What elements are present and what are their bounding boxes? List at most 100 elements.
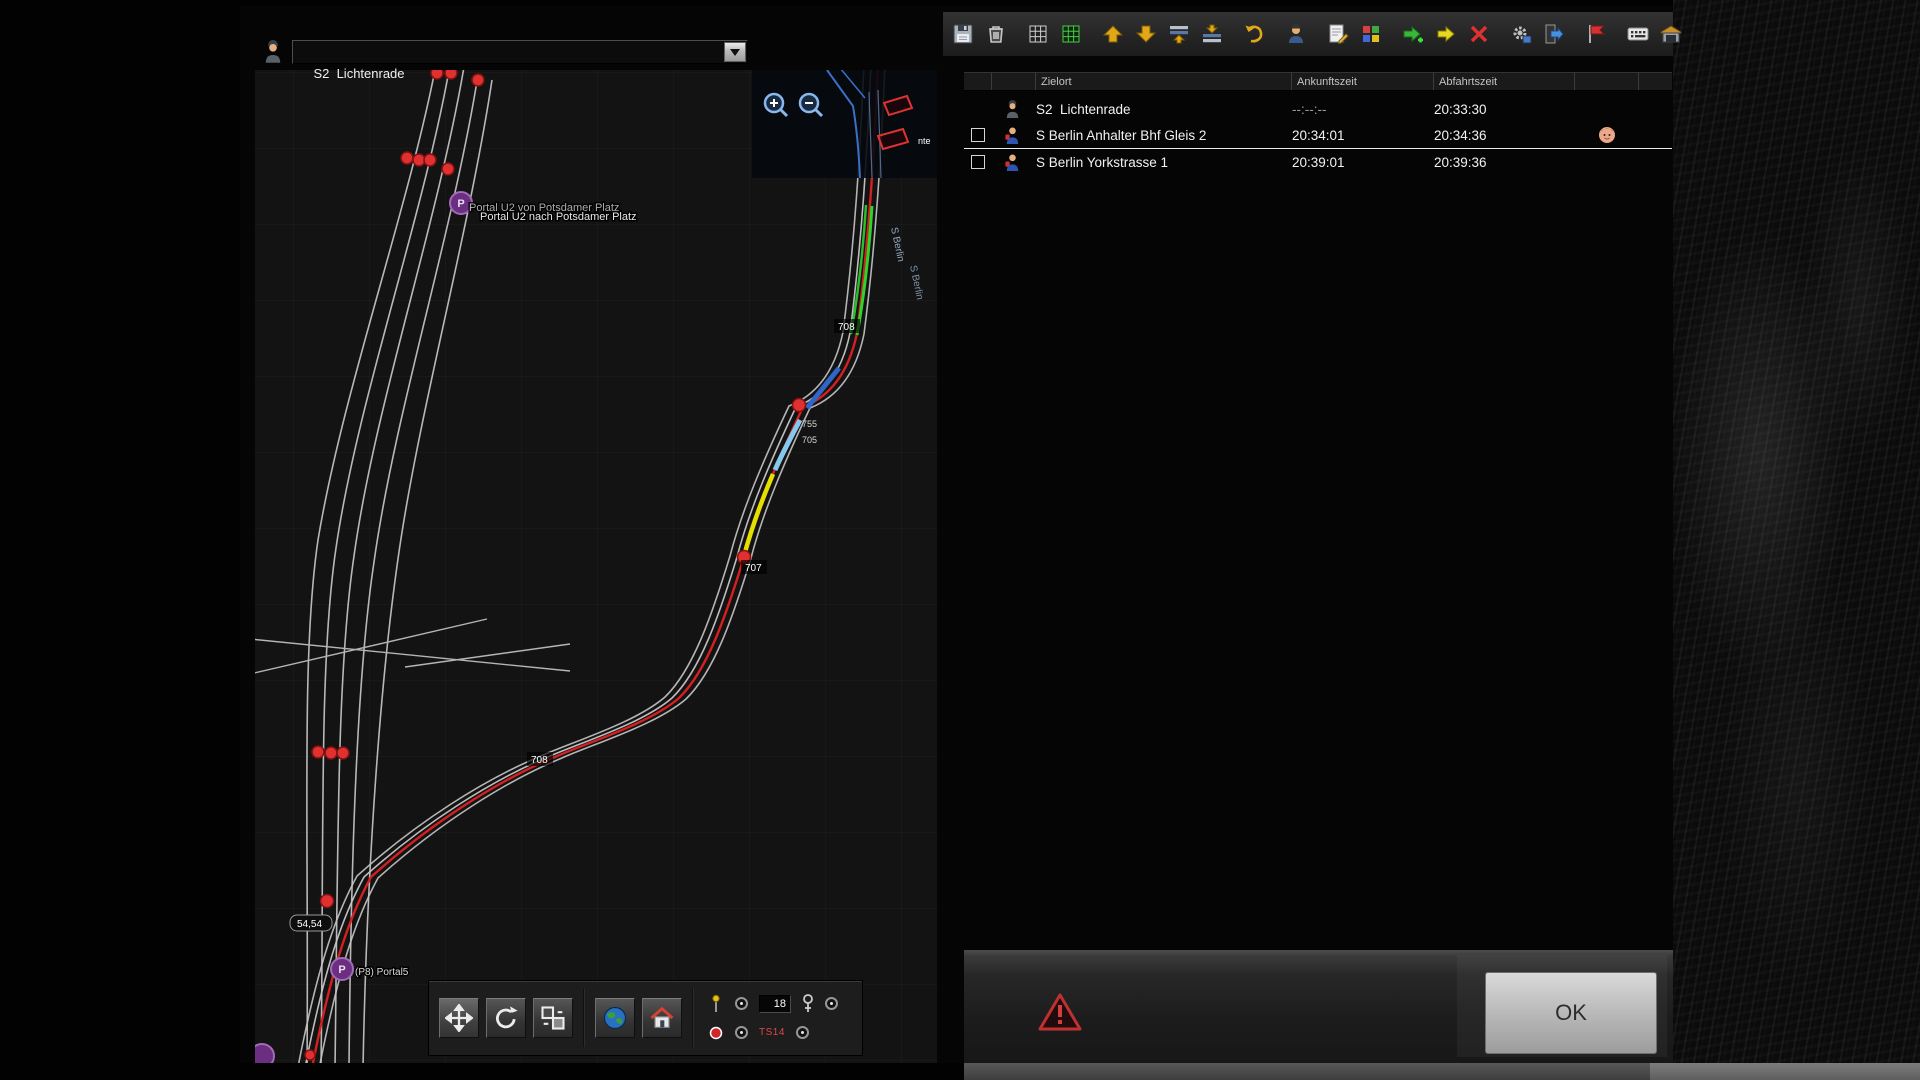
flag-button[interactable] <box>1582 20 1610 48</box>
row-checkbox[interactable] <box>971 128 985 142</box>
signal-radio-4[interactable] <box>796 1026 809 1039</box>
toolbar-separator <box>583 989 585 1047</box>
track-map[interactable]: P P Portal U2 von Potsdamer Platz Portal… <box>255 70 937 1063</box>
svg-text:705: 705 <box>802 435 817 445</box>
grid-view-green-button[interactable] <box>1057 20 1085 48</box>
red-x-icon <box>1467 22 1491 46</box>
svg-text:nte: nte <box>918 136 931 146</box>
exit-button[interactable] <box>1540 20 1568 48</box>
rotate-icon <box>492 1004 520 1032</box>
timetable-row[interactable]: S Berlin Anhalter Bhf Gleis 2 20:34:01 2… <box>964 122 1672 148</box>
depot-icon <box>1659 22 1683 46</box>
move-up-button[interactable] <box>1099 20 1127 48</box>
red-signal-icon <box>708 1025 724 1041</box>
header-ankunftszeit: Ankunftszeit <box>1292 73 1434 90</box>
signal-radio-3[interactable] <box>735 1026 748 1039</box>
checkbox-cell <box>964 128 992 142</box>
bottom-strip <box>964 1063 1650 1080</box>
signal-radio-2[interactable] <box>825 997 838 1010</box>
timetable-row[interactable]: S Berlin Yorkstrasse 1 20:39:01 20:39:36 <box>964 149 1672 175</box>
svg-text:707: 707 <box>745 563 762 574</box>
delete-button[interactable] <box>982 20 1010 48</box>
undo-button[interactable] <box>1240 20 1268 48</box>
track-map-panel[interactable]: P P Portal U2 von Potsdamer Platz Portal… <box>255 70 937 1063</box>
abfahrtszeit-value: 20:33:30 <box>1434 102 1575 117</box>
home-view-button[interactable] <box>642 998 682 1038</box>
insert-below-icon <box>1200 22 1224 46</box>
green-grid-icon <box>1059 22 1083 46</box>
edit-timetable-button[interactable] <box>1324 20 1352 48</box>
save-icon <box>951 22 975 46</box>
background-3d-scene <box>1673 0 1920 1080</box>
zielort-value: S2 Lichtenrade <box>1036 102 1292 117</box>
grid-view-button[interactable] <box>1024 20 1052 48</box>
map-toolbar: 18 TS14 <box>428 980 863 1056</box>
checkbox-cell <box>964 155 992 169</box>
signal-radio-1[interactable] <box>735 997 748 1010</box>
warning-icon <box>1038 992 1082 1032</box>
row-icon-cell <box>992 100 1036 119</box>
remove-destination-button[interactable] <box>1465 20 1493 48</box>
yellow-arrow-icon <box>1434 22 1458 46</box>
portal5-label: (P8) Portal5 <box>355 967 409 978</box>
timetable-row[interactable]: S2 Lichtenrade --:--:-- 20:33:30 <box>964 96 1672 122</box>
insert-below-button[interactable] <box>1198 20 1226 48</box>
header-icon-column <box>992 73 1036 90</box>
category-grid-button[interactable] <box>1357 20 1385 48</box>
signal-icon <box>708 994 724 1014</box>
bottom-strip-corner <box>1650 1063 1920 1080</box>
rotate-button[interactable] <box>486 998 526 1038</box>
save-button[interactable] <box>949 20 977 48</box>
route-select-dropdown-button[interactable] <box>724 42 746 62</box>
header-abfahrtszeit: Abfahrtszeit <box>1434 73 1575 90</box>
globe-view-button[interactable] <box>595 998 635 1038</box>
svg-text:P: P <box>338 964 345 976</box>
route-select[interactable]: S2 Lichtenrade <box>292 40 748 64</box>
arrow-down-icon <box>1134 22 1158 46</box>
swap-layout-button[interactable] <box>533 998 573 1038</box>
home-icon <box>648 1004 676 1032</box>
svg-text:708: 708 <box>838 322 855 333</box>
edit-sheet-icon <box>1326 22 1350 46</box>
row-icon-cell <box>992 153 1036 172</box>
timetable-header: Zielort Ankunftszeit Abfahrtszeit <box>964 72 1672 91</box>
depot-button[interactable] <box>1657 20 1685 48</box>
goto-destination-button[interactable] <box>1432 20 1460 48</box>
driver-icon <box>1004 100 1021 119</box>
main-window: P P Portal U2 von Potsdamer Platz Portal… <box>240 6 1673 1063</box>
driver-icon <box>1284 22 1308 46</box>
driver-icon <box>262 40 284 64</box>
driver-button[interactable] <box>1282 20 1310 48</box>
zielort-value: S Berlin Yorkstrasse 1 <box>1036 155 1292 170</box>
settings-button[interactable] <box>1507 20 1535 48</box>
minimap: nte <box>752 70 937 178</box>
globe-icon <box>601 1004 629 1032</box>
svg-text:P: P <box>457 198 464 210</box>
ankunftszeit-value: --:--:-- <box>1292 102 1434 117</box>
distance-label: 54,54 <box>297 919 322 930</box>
form-signal-icon <box>802 994 814 1014</box>
footer-panel: OK <box>964 950 1673 1063</box>
arrow-up-icon <box>1101 22 1125 46</box>
signal-value-box[interactable]: 18 <box>759 995 791 1013</box>
abfahrtszeit-value: 20:34:36 <box>1434 128 1575 143</box>
zielort-value: S Berlin Anhalter Bhf Gleis 2 <box>1036 128 1292 143</box>
svg-text:755: 755 <box>802 419 817 429</box>
insert-above-icon <box>1167 22 1191 46</box>
row-checkbox[interactable] <box>971 155 985 169</box>
exit-door-icon <box>1542 22 1566 46</box>
append-destination-button[interactable] <box>1399 20 1427 48</box>
row-icon-cell <box>992 126 1036 145</box>
keypad-button[interactable] <box>1624 20 1652 48</box>
gear-icon <box>1509 22 1533 46</box>
svg-text:708: 708 <box>531 755 548 766</box>
header-extra-2 <box>1639 73 1672 90</box>
ok-button[interactable]: OK <box>1485 972 1657 1054</box>
grid-icon <box>1026 22 1050 46</box>
move-down-button[interactable] <box>1132 20 1160 48</box>
pan-button[interactable] <box>439 998 479 1038</box>
insert-above-button[interactable] <box>1165 20 1193 48</box>
ankunftszeit-value: 20:39:01 <box>1292 155 1434 170</box>
trash-icon <box>984 22 1008 46</box>
route-select-value: S2 Lichtenrade <box>313 66 404 81</box>
